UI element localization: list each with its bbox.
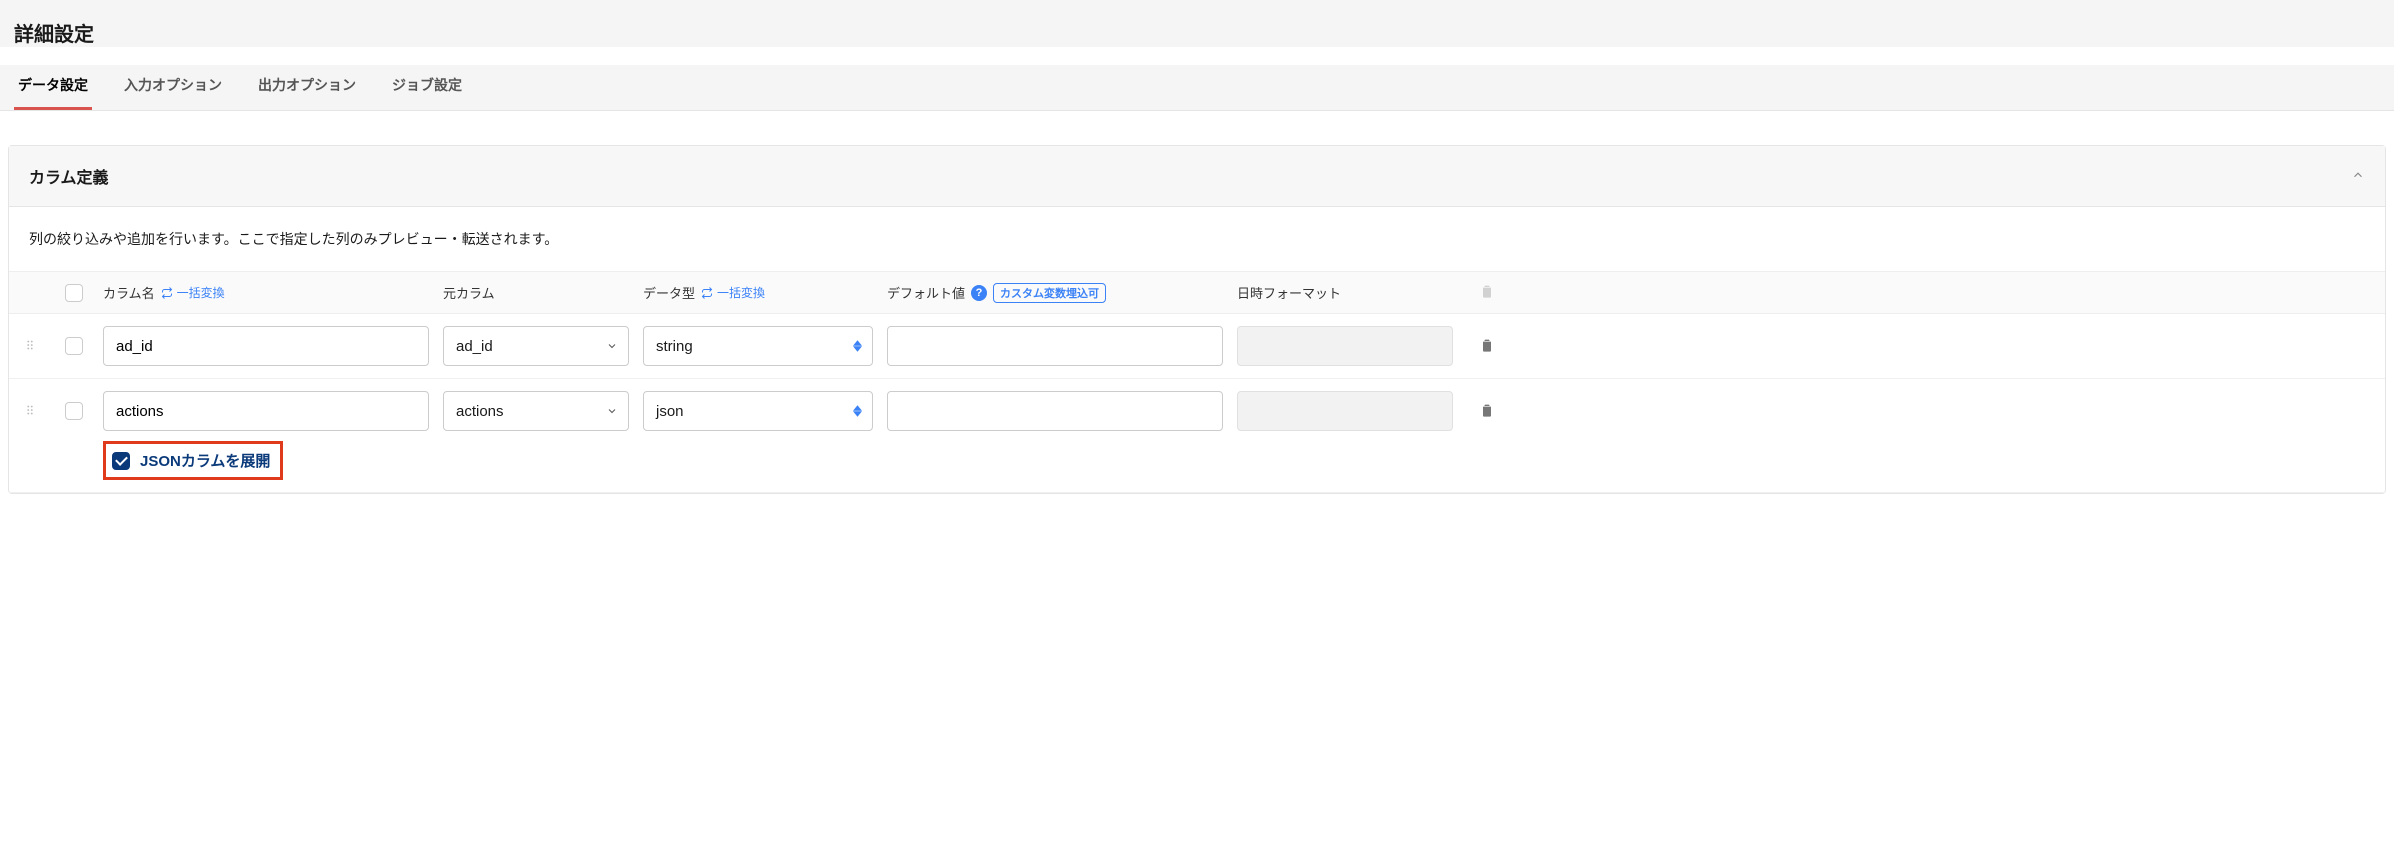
sort-caret-icon (853, 405, 862, 417)
batch-convert-name-link[interactable]: 一括変換 (161, 284, 225, 301)
data-type-select[interactable]: string (643, 326, 873, 366)
tab-3[interactable]: ジョブ設定 (388, 65, 466, 110)
row-checkbox[interactable] (65, 337, 83, 355)
select-all-checkbox[interactable] (65, 284, 83, 302)
tab-2[interactable]: 出力オプション (254, 65, 360, 110)
delete-row-button[interactable] (1479, 401, 1495, 422)
column-name-input[interactable] (103, 391, 429, 431)
header-type: データ型 (643, 283, 695, 302)
header-name: カラム名 (103, 283, 155, 302)
default-value-input[interactable] (887, 391, 1223, 431)
datetime-format-input (1237, 326, 1453, 366)
columns-header-row: カラム名 一括変換 元カラム データ型 一括変換 デフォルト値 ? カスタム変数… (9, 272, 2385, 314)
drag-handle-icon[interactable] (23, 338, 37, 355)
drag-handle-icon[interactable] (23, 403, 37, 420)
chevron-up-icon[interactable] (2351, 168, 2365, 185)
delete-row-button[interactable] (1479, 336, 1495, 357)
tab-1[interactable]: 入力オプション (120, 65, 226, 110)
chevron-down-icon (606, 405, 618, 417)
custom-var-badge: カスタム変数埋込可 (993, 283, 1106, 303)
batch-convert-type-link[interactable]: 一括変換 (701, 284, 765, 301)
datetime-format-input (1237, 391, 1453, 431)
page-title: 詳細設定 (14, 18, 2380, 47)
header-datetime: 日時フォーマット (1237, 283, 1341, 302)
default-value-input[interactable] (887, 326, 1223, 366)
panel-header[interactable]: カラム定義 (9, 146, 2385, 207)
table-row: actions json JSONカラムを展開 (9, 379, 2385, 493)
help-icon[interactable]: ? (971, 285, 987, 301)
data-type-select[interactable]: json (643, 391, 873, 431)
orig-column-select[interactable]: actions (443, 391, 629, 431)
header-default: デフォルト値 (887, 283, 965, 302)
tab-0[interactable]: データ設定 (14, 65, 92, 110)
sort-caret-icon (853, 340, 862, 352)
json-expand-label: JSONカラムを展開 (140, 450, 270, 471)
column-definition-panel: カラム定義 列の絞り込みや追加を行います。ここで指定した列のみプレビュー・転送さ… (8, 145, 2386, 494)
column-name-input[interactable] (103, 326, 429, 366)
trash-icon (1479, 282, 1495, 303)
json-expand-checkbox[interactable] (112, 452, 130, 470)
json-expand-option[interactable]: JSONカラムを展開 (103, 441, 283, 480)
header-orig: 元カラム (443, 283, 495, 302)
tabs: データ設定入力オプション出力オプションジョブ設定 (0, 65, 2394, 111)
panel-description: 列の絞り込みや追加を行います。ここで指定した列のみプレビュー・転送されます。 (9, 207, 2385, 272)
table-row: ad_id string (9, 314, 2385, 379)
chevron-down-icon (606, 340, 618, 352)
panel-title: カラム定義 (29, 164, 109, 188)
row-checkbox[interactable] (65, 402, 83, 420)
orig-column-select[interactable]: ad_id (443, 326, 629, 366)
